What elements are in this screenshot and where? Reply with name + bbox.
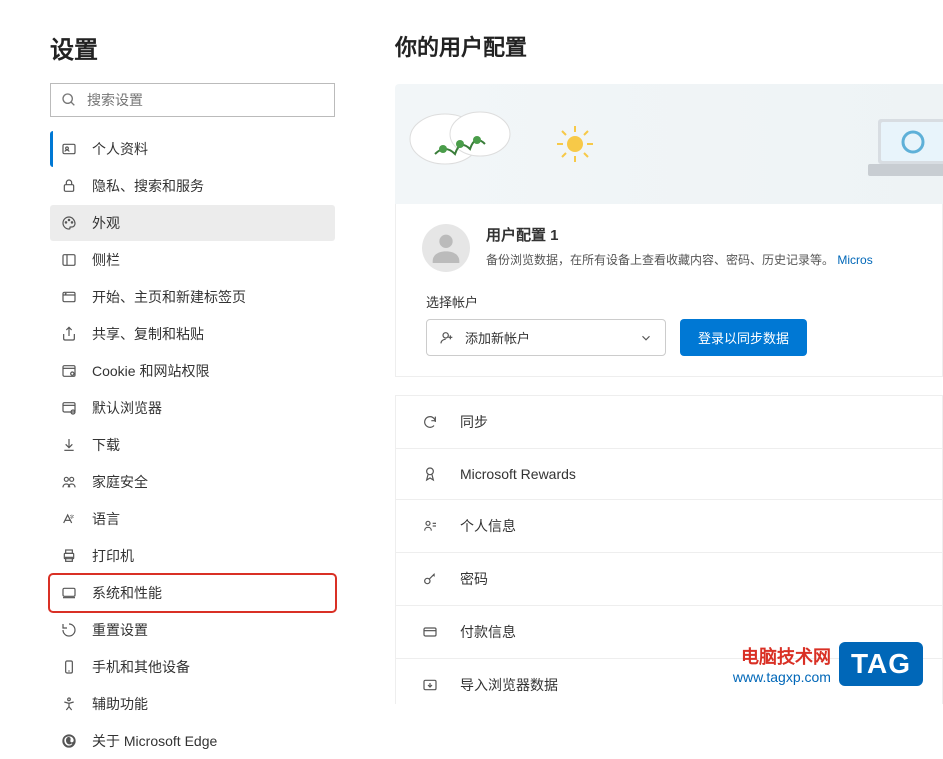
- account-label: 选择帐户: [426, 292, 922, 311]
- reset-icon: [60, 621, 78, 639]
- account-select[interactable]: 添加新帐户: [426, 319, 666, 356]
- rewards-icon: [422, 465, 440, 483]
- sync-icon: [422, 413, 440, 431]
- share-icon: [60, 325, 78, 343]
- nav-item-start[interactable]: 开始、主页和新建标签页: [50, 279, 335, 315]
- nav-item-appearance[interactable]: 外观: [50, 205, 335, 241]
- profile-card: 用户配置 1 备份浏览数据，在所有设备上查看收藏内容、密码、历史记录等。 Mic…: [395, 204, 943, 377]
- avatar: [422, 224, 470, 272]
- nav-label: 手机和其他设备: [92, 657, 190, 677]
- nav-label: 开始、主页和新建标签页: [92, 287, 246, 307]
- nav-item-printers[interactable]: 打印机: [50, 538, 335, 574]
- setting-row-sync[interactable]: 同步: [395, 395, 943, 449]
- nav-item-family[interactable]: 家庭安全: [50, 464, 335, 500]
- nav-label: 侧栏: [92, 250, 120, 270]
- nav-item-about[interactable]: 关于 Microsoft Edge: [50, 723, 335, 759]
- nav-label: 重置设置: [92, 620, 148, 640]
- settings-sidebar: 设置 个人资料 隐私、搜索和服务 外观 侧栏: [0, 0, 355, 704]
- nav-label: 辅助功能: [92, 694, 148, 714]
- setting-row-passwords[interactable]: 密码: [395, 553, 943, 606]
- download-icon: [60, 436, 78, 454]
- brush-icon: [60, 214, 78, 232]
- account-section: 选择帐户 添加新帐户 登录以同步数据: [422, 292, 922, 356]
- nav-label: 语言: [92, 509, 120, 529]
- accessibility-icon: [60, 695, 78, 713]
- svg-text:字: 字: [70, 513, 75, 519]
- nav-item-phone[interactable]: 手机和其他设备: [50, 649, 335, 685]
- watermark: 电脑技术网 www.tagxp.com TAG: [733, 642, 923, 686]
- profile-description: 备份浏览数据，在所有设备上查看收藏内容、密码、历史记录等。 Micros: [486, 251, 873, 269]
- watermark-tag: TAG: [839, 642, 923, 686]
- search-box[interactable]: [50, 83, 335, 117]
- nav-label: 打印机: [92, 546, 134, 566]
- phone-icon: [60, 658, 78, 676]
- nav-label: 外观: [92, 213, 120, 233]
- laptop-illustration: [863, 114, 943, 184]
- nav-label: 家庭安全: [92, 472, 148, 492]
- cookie-icon: [60, 362, 78, 380]
- chevron-down-icon: [639, 331, 653, 345]
- main-title: 你的用户配置: [395, 30, 943, 62]
- search-icon: [61, 92, 77, 108]
- nav-item-reset[interactable]: 重置设置: [50, 612, 335, 648]
- setting-label: 导入浏览器数据: [460, 675, 558, 695]
- profile-link[interactable]: Micros: [837, 253, 872, 267]
- sidebar-title: 设置: [50, 30, 335, 65]
- nav-label: 关于 Microsoft Edge: [92, 731, 217, 751]
- nav-label: 下载: [92, 435, 120, 455]
- profile-name: 用户配置 1: [486, 224, 873, 245]
- printer-icon: [60, 547, 78, 565]
- edge-icon: [60, 732, 78, 750]
- person-info-icon: [422, 517, 440, 535]
- profile-banner: [395, 84, 943, 204]
- nav-label: 隐私、搜索和服务: [92, 176, 204, 196]
- setting-label: 付款信息: [460, 622, 516, 642]
- tab-icon: [60, 288, 78, 306]
- setting-label: 同步: [460, 412, 488, 432]
- search-input[interactable]: [87, 92, 324, 108]
- system-icon: [60, 584, 78, 602]
- account-row: 添加新帐户 登录以同步数据: [426, 319, 922, 356]
- nav-label: 个人资料: [92, 139, 148, 159]
- nav-item-default-browser[interactable]: 默认浏览器: [50, 390, 335, 426]
- nav-item-system[interactable]: 系统和性能: [50, 575, 335, 611]
- nav-item-cookies[interactable]: Cookie 和网站权限: [50, 353, 335, 389]
- nav-item-privacy[interactable]: 隐私、搜索和服务: [50, 168, 335, 204]
- profile-info: 用户配置 1 备份浏览数据，在所有设备上查看收藏内容、密码、历史记录等。 Mic…: [486, 224, 873, 269]
- setting-label: 个人信息: [460, 516, 516, 536]
- nav-item-languages[interactable]: 字 语言: [50, 501, 335, 537]
- nav-label: 共享、复制和粘贴: [92, 324, 204, 344]
- nav-label: 系统和性能: [92, 583, 162, 603]
- cloud-illustration: [405, 94, 525, 169]
- import-icon: [422, 676, 440, 694]
- key-icon: [422, 570, 440, 588]
- setting-row-personal-info[interactable]: 个人信息: [395, 500, 943, 553]
- nav-label: 默认浏览器: [92, 398, 162, 418]
- nav-item-downloads[interactable]: 下载: [50, 427, 335, 463]
- sun-illustration: [555, 124, 595, 164]
- language-icon: 字: [60, 510, 78, 528]
- main-content: 你的用户配置: [355, 0, 943, 704]
- family-icon: [60, 473, 78, 491]
- setting-label: Microsoft Rewards: [460, 466, 576, 482]
- signin-button[interactable]: 登录以同步数据: [680, 319, 807, 356]
- nav-item-share[interactable]: 共享、复制和粘贴: [50, 316, 335, 352]
- nav-item-sidebar[interactable]: 侧栏: [50, 242, 335, 278]
- watermark-url: www.tagxp.com: [733, 669, 831, 685]
- lock-icon: [60, 177, 78, 195]
- sidebar-icon: [60, 251, 78, 269]
- nav-item-accessibility[interactable]: 辅助功能: [50, 686, 335, 722]
- nav-label: Cookie 和网站权限: [92, 361, 209, 381]
- nav-item-profile[interactable]: 个人资料: [50, 131, 335, 167]
- browser-icon: [60, 399, 78, 417]
- setting-row-rewards[interactable]: Microsoft Rewards: [395, 449, 943, 500]
- person-add-icon: [439, 330, 455, 346]
- nav-list: 个人资料 隐私、搜索和服务 外观 侧栏 开始、主页和新建标签页 共享、复制和粘贴: [50, 131, 335, 759]
- watermark-cn: 电脑技术网: [733, 643, 831, 669]
- setting-label: 密码: [460, 569, 488, 589]
- card-icon: [422, 623, 440, 641]
- profile-icon: [60, 140, 78, 158]
- account-select-text: 添加新帐户: [465, 328, 530, 347]
- profile-header: 用户配置 1 备份浏览数据，在所有设备上查看收藏内容、密码、历史记录等。 Mic…: [422, 224, 922, 272]
